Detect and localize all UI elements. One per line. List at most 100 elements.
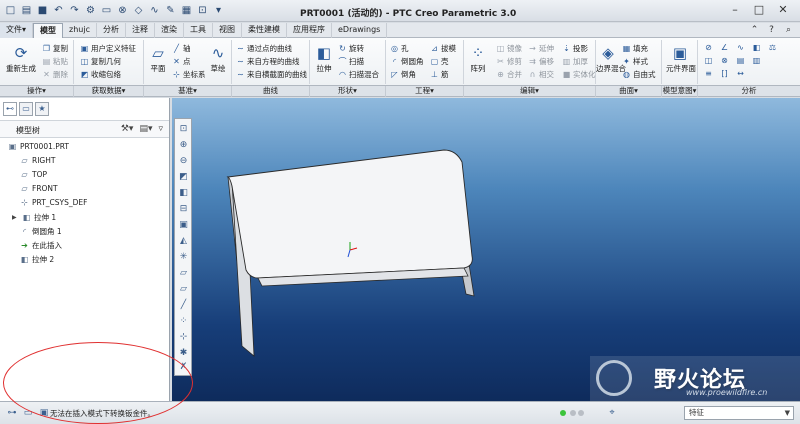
spin-axis-icon[interactable]: ✱ [177,347,190,360]
group-label-editing[interactable]: 编辑▾ [464,86,596,97]
group-label-get-data[interactable]: 获取数据▾ [74,86,144,97]
axis-button[interactable]: ╱ 轴 [172,43,190,54]
tree-item-extrude-2[interactable]: ◧ 拉伸 2 [20,254,54,265]
close-icon[interactable]: ✕ [772,3,794,18]
tree-item-insert-here[interactable]: ➔ 在此插入 [20,240,62,251]
tree-item-front[interactable]: ▱ FRONT [20,184,57,193]
component-interface-button[interactable]: ▣ 元件界面 [666,44,696,74]
intersect-button[interactable]: ∩ 相交 [528,69,554,80]
merge-button[interactable]: ⊕ 合并 [496,69,522,80]
saved-orientations-icon[interactable]: ⊟ [177,203,190,216]
collapse-ribbon-icon[interactable]: ⌃ [749,25,760,36]
delete-button[interactable]: ✕ 删除 [42,69,68,80]
regenerate-button[interactable]: ⟳ 重新生成 [4,44,38,74]
smart-select-icon[interactable]: ⌖ [604,407,620,419]
display-icon[interactable]: ▦ [180,4,193,17]
curve-from-equation-button[interactable]: ∼ 来自方程的曲线 [236,56,299,67]
curve-through-points-button[interactable]: ∼ 通过点的曲线 [236,43,292,54]
csys-button[interactable]: ⊹ 坐标系 [172,69,205,80]
annotation-icon[interactable]: ✗ [177,361,190,374]
interference-icon[interactable]: ⊗ [720,56,729,65]
redo-icon[interactable]: ↷ [68,4,81,17]
tab-file[interactable]: 文件▾ [0,23,34,38]
minimize-icon[interactable]: – [724,3,746,18]
style-button[interactable]: ✦ 样式 [622,56,648,67]
new-icon[interactable]: □ [4,4,17,17]
fill-button[interactable]: ▦ 填充 [622,43,648,54]
model-tree-tab-icon[interactable]: ⊷ [3,102,17,116]
tree-item-extrude-1[interactable]: ▶ ◧ 拉伸 1 [12,212,56,223]
selection-filter[interactable]: 特征 ▼ [684,406,794,420]
tree-settings-icon[interactable]: ⚒▾ [121,124,134,134]
open-icon[interactable]: ▤ [20,4,33,17]
round-button[interactable]: ◜ 倒圆角 [390,56,424,67]
curve-icon[interactable]: ∿ [148,4,161,17]
tab-annotate[interactable]: 注释 [126,23,155,38]
shrinkwrap-button[interactable]: ◩ 收缩包络 [80,69,121,80]
zoom-in-icon[interactable]: ⊕ [177,139,190,152]
point-button[interactable]: ✕ 点 [172,56,190,67]
project-button[interactable]: ⇣ 投影 [562,43,588,54]
regenerate-icon[interactable]: ⚙ [84,4,97,17]
section-icon[interactable]: ◫ [704,56,713,65]
customize-icon[interactable]: ▾ [212,4,225,17]
navigator-toggle-icon[interactable]: ⊶ [6,407,18,419]
graph-icon[interactable]: ▤ [736,56,745,65]
relations-icon[interactable]: ≡ [704,69,713,78]
revolve-button[interactable]: ↻ 旋转 [338,43,364,54]
tree-filter-icon[interactable]: ▿ [158,124,163,134]
copy-button[interactable]: ❐ 复制 [42,43,68,54]
measure-distance-icon[interactable]: ⊘ [704,43,713,52]
udf-button[interactable]: ▣ 用户定义特征 [80,43,136,54]
axis-display-icon[interactable]: ╱ [177,299,190,312]
paste-button[interactable]: ▤ 粘贴 [42,56,68,67]
expand-icon[interactable]: ▶ [12,214,19,221]
curvature-icon[interactable]: ∿ [736,43,745,52]
annotation-display-icon[interactable]: ▱ [177,267,190,280]
tab-edrawings[interactable]: eDrawings [332,23,388,38]
shell-button[interactable]: ▢ 壳 [430,56,449,67]
repaint-icon[interactable]: ◩ [177,171,190,184]
view-manager-icon[interactable]: ▣ [177,219,190,232]
tree-show-icon[interactable]: ▤▾ [139,124,152,134]
swept-blend-button[interactable]: ◠ 扫描混合 [338,69,379,80]
tab-zhujc[interactable]: zhujc [63,23,97,38]
tree-item-part[interactable]: ▣ PRT0001.PRT [8,142,69,151]
tab-view[interactable]: 视图 [213,23,242,38]
browser-toggle-icon[interactable]: ▭ [22,407,34,419]
orient-icon[interactable]: ⊡ [196,4,209,17]
tab-flexible-modeling[interactable]: 柔性建模 [242,23,287,38]
sweep-button[interactable]: ⌒ 扫描 [338,56,365,67]
maximize-icon[interactable]: □ [748,3,770,18]
tab-tools[interactable]: 工具 [184,23,213,38]
sketch-icon[interactable]: ✎ [164,4,177,17]
spin-center-icon[interactable]: ✳ [177,251,190,264]
tree-item-csys[interactable]: ⊹ PRT_CSYS_DEF [20,198,87,207]
tab-analysis[interactable]: 分析 [97,23,126,38]
hole-button[interactable]: ◎ 孔 [390,43,409,54]
rib-button[interactable]: ⊥ 筋 [430,69,448,80]
tab-render[interactable]: 渲染 [155,23,184,38]
extend-button[interactable]: → 延伸 [528,43,554,54]
display-style-icon[interactable]: ◧ [177,187,190,200]
close-window-icon[interactable]: ⊗ [116,4,129,17]
mirror-button[interactable]: ◫ 镜像 [496,43,522,54]
windows-icon[interactable]: ▭ [100,4,113,17]
csys-display-icon[interactable]: ⊹ [177,331,190,344]
switch-dimensions-icon[interactable]: ↔ [736,69,745,78]
pattern-button[interactable]: ⁘ 阵列 [466,44,490,74]
parameters-icon[interactable]: [] [720,69,729,78]
freestyle-button[interactable]: ◍ 自由式 [622,69,656,80]
extrude-button[interactable]: ◧ 拉伸 [312,44,336,74]
mass-properties-icon[interactable]: ⚖ [768,43,777,52]
chamfer-button[interactable]: ◸ 倒角 [390,69,416,80]
copy-geometry-button[interactable]: ◫ 复制几何 [80,56,121,67]
plane-button[interactable]: ▱ 平面 [146,44,170,74]
favorites-tab-icon[interactable]: ★ [35,102,49,116]
tab-model[interactable]: 模型 [33,23,64,38]
point-display-icon[interactable]: ⁘ [177,315,190,328]
measure-angle-icon[interactable]: ∠ [720,43,729,52]
thicken-button[interactable]: ▥ 加厚 [562,56,588,67]
tree-item-round-1[interactable]: ◜ 倒圆角 1 [20,226,62,237]
solidify-button[interactable]: ■ 实体化 [562,69,596,80]
